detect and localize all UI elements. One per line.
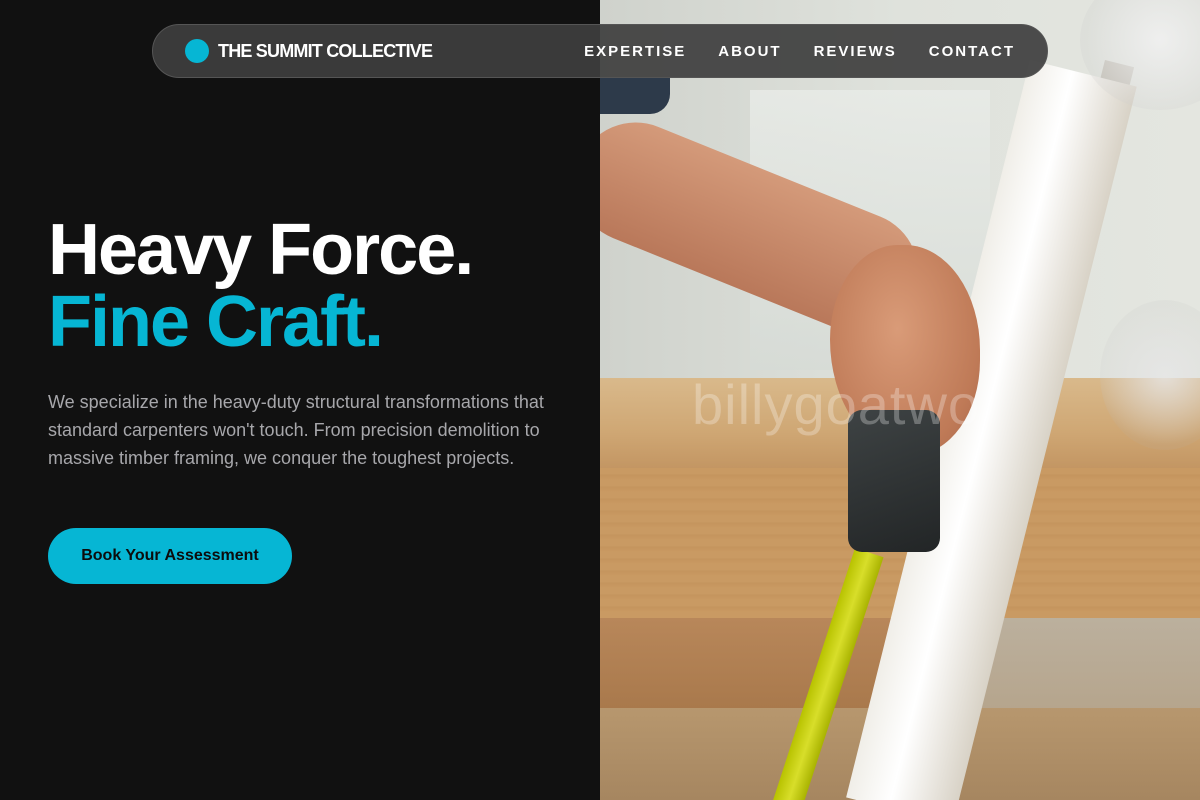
- nav-link-contact[interactable]: CONTACT: [929, 43, 1015, 60]
- hero-section: Heavy Force. Fine Craft. We specialize i…: [48, 214, 568, 472]
- nav-link-reviews[interactable]: REVIEWS: [814, 43, 897, 60]
- nav-link-about[interactable]: ABOUT: [718, 43, 781, 60]
- hero-description: We specialize in the heavy-duty structur…: [48, 392, 544, 468]
- nav-link-expertise[interactable]: EXPERTISE: [584, 43, 686, 60]
- photo-sleeve: [600, 78, 670, 114]
- hero-photo: billygoatwo: [600, 0, 1200, 800]
- navbar: THE SUMMIT COLLECTIVE EXPERTISE ABOUT RE…: [152, 24, 1048, 78]
- nav-links: EXPERTISE ABOUT REVIEWS CONTACT: [552, 43, 1015, 60]
- headline-line-1: Heavy Force.: [48, 210, 474, 290]
- brand-logo[interactable]: THE SUMMIT COLLECTIVE: [185, 39, 433, 63]
- photo-watermark: billygoatwo: [692, 373, 981, 436]
- brand-name: THE SUMMIT COLLECTIVE: [218, 40, 433, 61]
- book-assessment-button[interactable]: Book Your Assessment: [48, 528, 292, 584]
- headline-line-2: Fine Craft.: [48, 282, 384, 362]
- circle-logo-icon: [185, 39, 209, 63]
- hero-headline: Heavy Force. Fine Craft.: [48, 214, 568, 358]
